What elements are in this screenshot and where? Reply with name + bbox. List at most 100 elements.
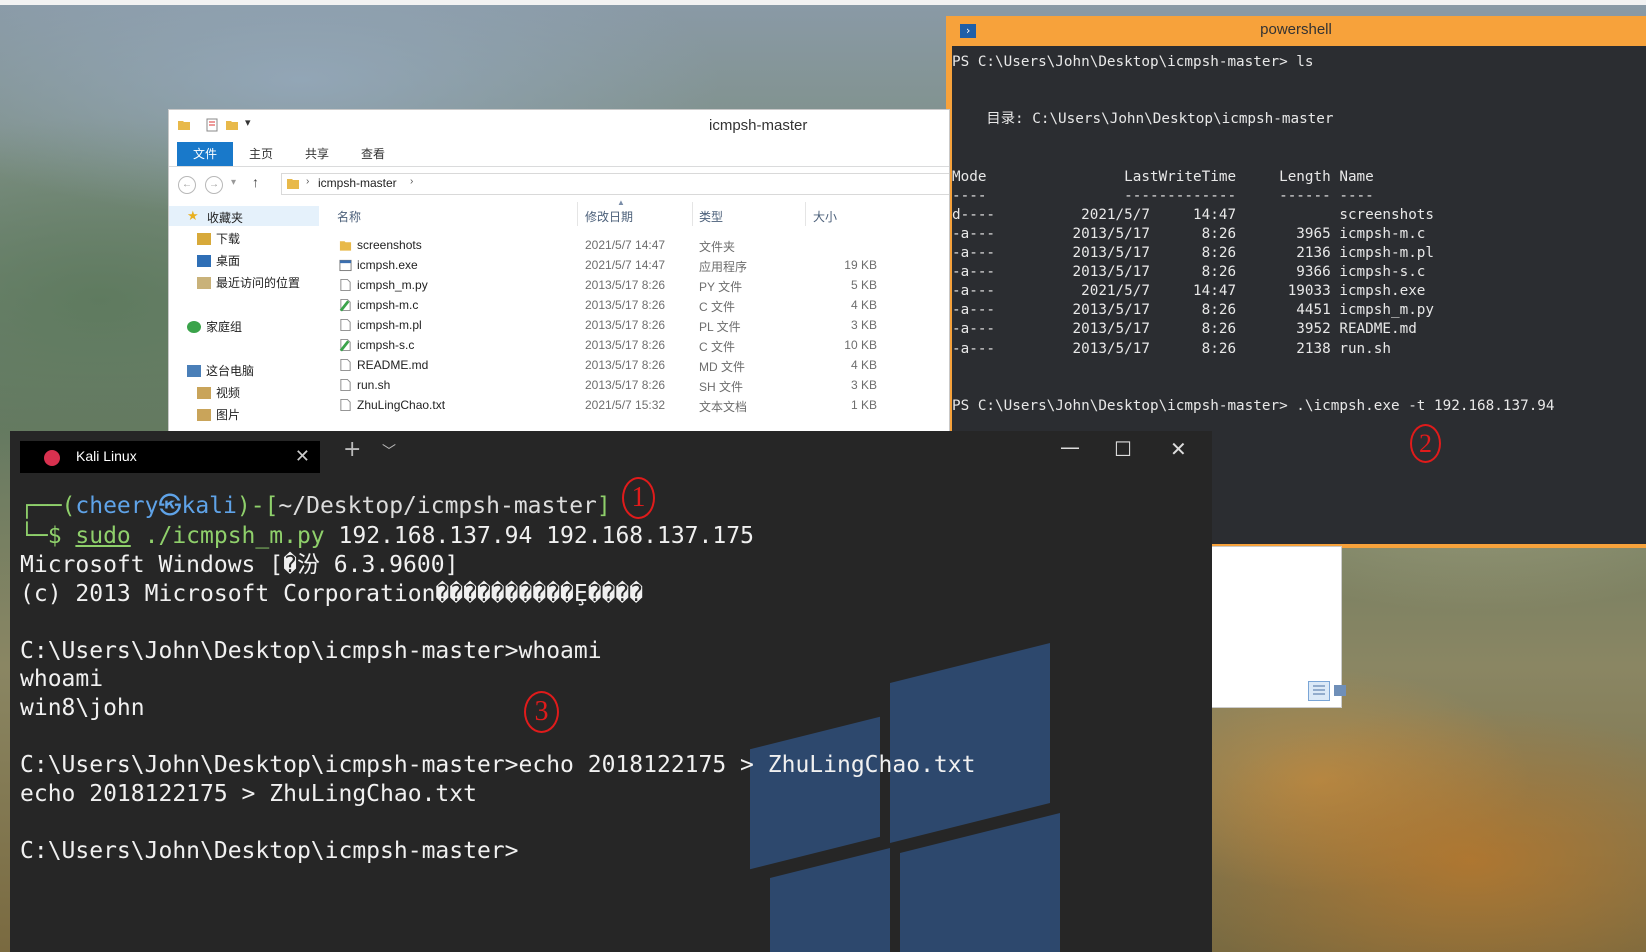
folder-icon <box>287 179 299 189</box>
minimize-button[interactable]: — <box>1060 435 1080 459</box>
dropdown-chevron-icon[interactable]: ﹀ <box>382 441 396 461</box>
new-tab-button[interactable]: + <box>343 437 361 462</box>
file-name: icmpsh-m.c <box>357 298 419 312</box>
new-folder-icon[interactable] <box>225 118 239 132</box>
recent-dropdown-icon[interactable]: ▾ <box>231 177 236 188</box>
console-line: -a--- 2013/5/17 8:26 9366 icmpsh-s.c <box>952 264 1426 281</box>
file-row[interactable]: icmpsh-s.c 2013/5/17 8:26 C 文件 10 KB <box>327 336 949 356</box>
console-line: PS C:\Users\John\Desktop\icmpsh-master> … <box>952 54 1314 70</box>
ribbon-tabs: 文件 主页 共享 查看 <box>169 142 949 167</box>
file-icon <box>340 358 351 372</box>
file-type: C 文件 <box>699 340 736 354</box>
properties-icon[interactable] <box>205 118 219 132</box>
file-size: 4 KB <box>850 358 877 372</box>
file-type: PY 文件 <box>699 280 743 294</box>
tab-view[interactable]: 查看 <box>345 142 401 166</box>
file-name: icmpsh-s.c <box>357 338 415 352</box>
file-size: 4 KB <box>850 298 877 312</box>
up-button[interactable]: ↑ <box>252 174 259 190</box>
kali-icon <box>44 450 60 466</box>
file-size: 10 KB <box>844 338 877 352</box>
annotation-3: 3 <box>524 691 559 733</box>
view-toggle-icons[interactable] <box>1308 681 1352 701</box>
file-type: C 文件 <box>699 300 736 314</box>
terminal-output-line: C:\Users\John\Desktop\icmpsh-master> <box>20 838 519 864</box>
file-explorer-window[interactable]: ▾ icmpsh-master 文件 主页 共享 查看 ← → ▾ ↑ › ic… <box>168 109 950 441</box>
kali-terminal-window[interactable]: Kali Linux ✕ + ﹀ — ☐ ✕ ┌──(cheery㉿kali)-… <box>10 431 1212 952</box>
file-date: 2013/5/17 8:26 <box>585 338 666 352</box>
address-row: ← → ▾ ↑ › icmpsh-master › <box>169 167 949 201</box>
file-row[interactable]: icmpsh-m.c 2013/5/17 8:26 C 文件 4 KB <box>327 296 949 316</box>
terminal-output-line: C:\Users\John\Desktop\icmpsh-master>whoa… <box>20 637 602 664</box>
file-row[interactable]: icmpsh-m.pl 2013/5/17 8:26 PL 文件 3 KB <box>327 316 949 336</box>
terminal-output-line: Microsoft Windows [�汾 6.3.9600] <box>20 552 459 578</box>
file-row[interactable]: ZhuLingChao.txt 2021/5/7 15:32 文本文档 1 KB <box>327 396 949 416</box>
column-header-date[interactable]: 修改日期 <box>585 208 633 225</box>
file-row[interactable]: icmpsh_m.py 2013/5/17 8:26 PY 文件 5 KB <box>327 276 949 296</box>
file-size: 3 KB <box>850 318 877 332</box>
console-line: PS C:\Users\John\Desktop\icmpsh-master> … <box>952 397 1555 414</box>
address-text: icmpsh-master <box>318 176 397 190</box>
console-line: -a--- 2013/5/17 8:26 3965 icmpsh-m.c <box>952 225 1426 242</box>
file-row[interactable]: screenshots 2021/5/7 14:47 文件夹 <box>327 236 949 256</box>
folder-icon <box>339 241 352 251</box>
nav-item-favorites[interactable]: ★ 收藏夹 <box>169 206 319 226</box>
file-date: 2013/5/17 8:26 <box>585 358 666 372</box>
back-button[interactable]: ← <box>178 176 196 194</box>
address-bar[interactable]: › icmpsh-master › <box>281 173 949 195</box>
file-type: PL 文件 <box>699 320 741 334</box>
kali-titlebar[interactable]: Kali Linux ✕ + ﹀ — ☐ ✕ <box>10 431 1212 473</box>
tab-share[interactable]: 共享 <box>289 142 345 166</box>
star-icon: ★ <box>187 208 199 223</box>
forward-button[interactable]: → <box>205 176 223 194</box>
column-header-name[interactable]: 名称 <box>337 208 361 225</box>
console-line: Mode LastWriteTime Length Name <box>952 168 1374 185</box>
column-divider[interactable] <box>805 202 806 226</box>
nav-item-recent[interactable]: 最近访问的位置 <box>197 274 300 291</box>
file-icon <box>340 318 351 332</box>
nav-item-pictures[interactable]: 图片 <box>197 406 240 423</box>
nav-item-homegroup[interactable]: 家庭组 <box>187 318 242 335</box>
powershell-title: powershell <box>1260 21 1332 38</box>
nav-item-desktop[interactable]: 桌面 <box>197 252 240 269</box>
file-date: 2021/5/7 14:47 <box>585 238 666 252</box>
file-row[interactable]: run.sh 2013/5/17 8:26 SH 文件 3 KB <box>327 376 949 396</box>
close-tab-icon[interactable]: ✕ <box>295 446 310 467</box>
console-line: d---- 2021/5/7 14:47 screenshots <box>952 206 1435 223</box>
file-row[interactable]: README.md 2013/5/17 8:26 MD 文件 4 KB <box>327 356 949 376</box>
tab-home[interactable]: 主页 <box>233 142 289 166</box>
column-divider[interactable] <box>577 202 578 226</box>
kali-terminal-body[interactable]: ┌──(cheery㉿kali)-[~/Desktop/icmpsh-maste… <box>10 473 1212 952</box>
console-line: -a--- 2013/5/17 8:26 2138 run.sh <box>952 340 1391 357</box>
file-row[interactable]: icmpsh.exe 2021/5/7 14:47 应用程序 19 KB <box>327 256 949 276</box>
explorer-titlebar[interactable]: ▾ icmpsh-master <box>169 110 949 142</box>
annotation-2: 2 <box>1410 424 1441 463</box>
file-name: ZhuLingChao.txt <box>357 398 446 412</box>
nav-item-videos[interactable]: 视频 <box>197 384 240 401</box>
breadcrumb-chevron-icon[interactable]: › <box>410 176 413 187</box>
powershell-titlebar[interactable]: › powershell <box>946 16 1646 44</box>
column-header-type[interactable]: 类型 <box>699 208 723 225</box>
column-divider[interactable] <box>692 202 693 226</box>
file-date: 2013/5/17 8:26 <box>585 378 666 392</box>
maximize-button[interactable]: ☐ <box>1114 437 1132 461</box>
file-date: 2013/5/17 8:26 <box>585 318 666 332</box>
column-header-size[interactable]: 大小 <box>813 208 837 225</box>
downloads-folder-icon <box>197 233 211 245</box>
close-button[interactable]: ✕ <box>1170 437 1187 461</box>
quick-access-dropdown-icon[interactable]: ▾ <box>245 116 251 129</box>
exe-icon <box>339 259 352 272</box>
file-list: ▲ 名称 修改日期 类型 大小 screenshots 2021/5/7 14:4… <box>327 198 949 440</box>
console-line: -a--- 2013/5/17 8:26 3952 README.md <box>952 321 1417 338</box>
nav-item-this-pc[interactable]: 这台电脑 <box>187 362 254 379</box>
windows-logo-watermark <box>750 643 1110 952</box>
videos-folder-icon <box>197 387 211 399</box>
terminal-output-line: win8\john <box>20 695 145 721</box>
file-size: 3 KB <box>850 378 877 392</box>
tab-file[interactable]: 文件 <box>177 142 233 166</box>
nav-item-downloads[interactable]: 下载 <box>197 230 240 247</box>
file-icon <box>340 278 351 292</box>
tab-kali-linux[interactable]: Kali Linux ✕ <box>20 441 320 473</box>
file-type: 应用程序 <box>699 260 748 274</box>
file-icon <box>340 378 351 392</box>
